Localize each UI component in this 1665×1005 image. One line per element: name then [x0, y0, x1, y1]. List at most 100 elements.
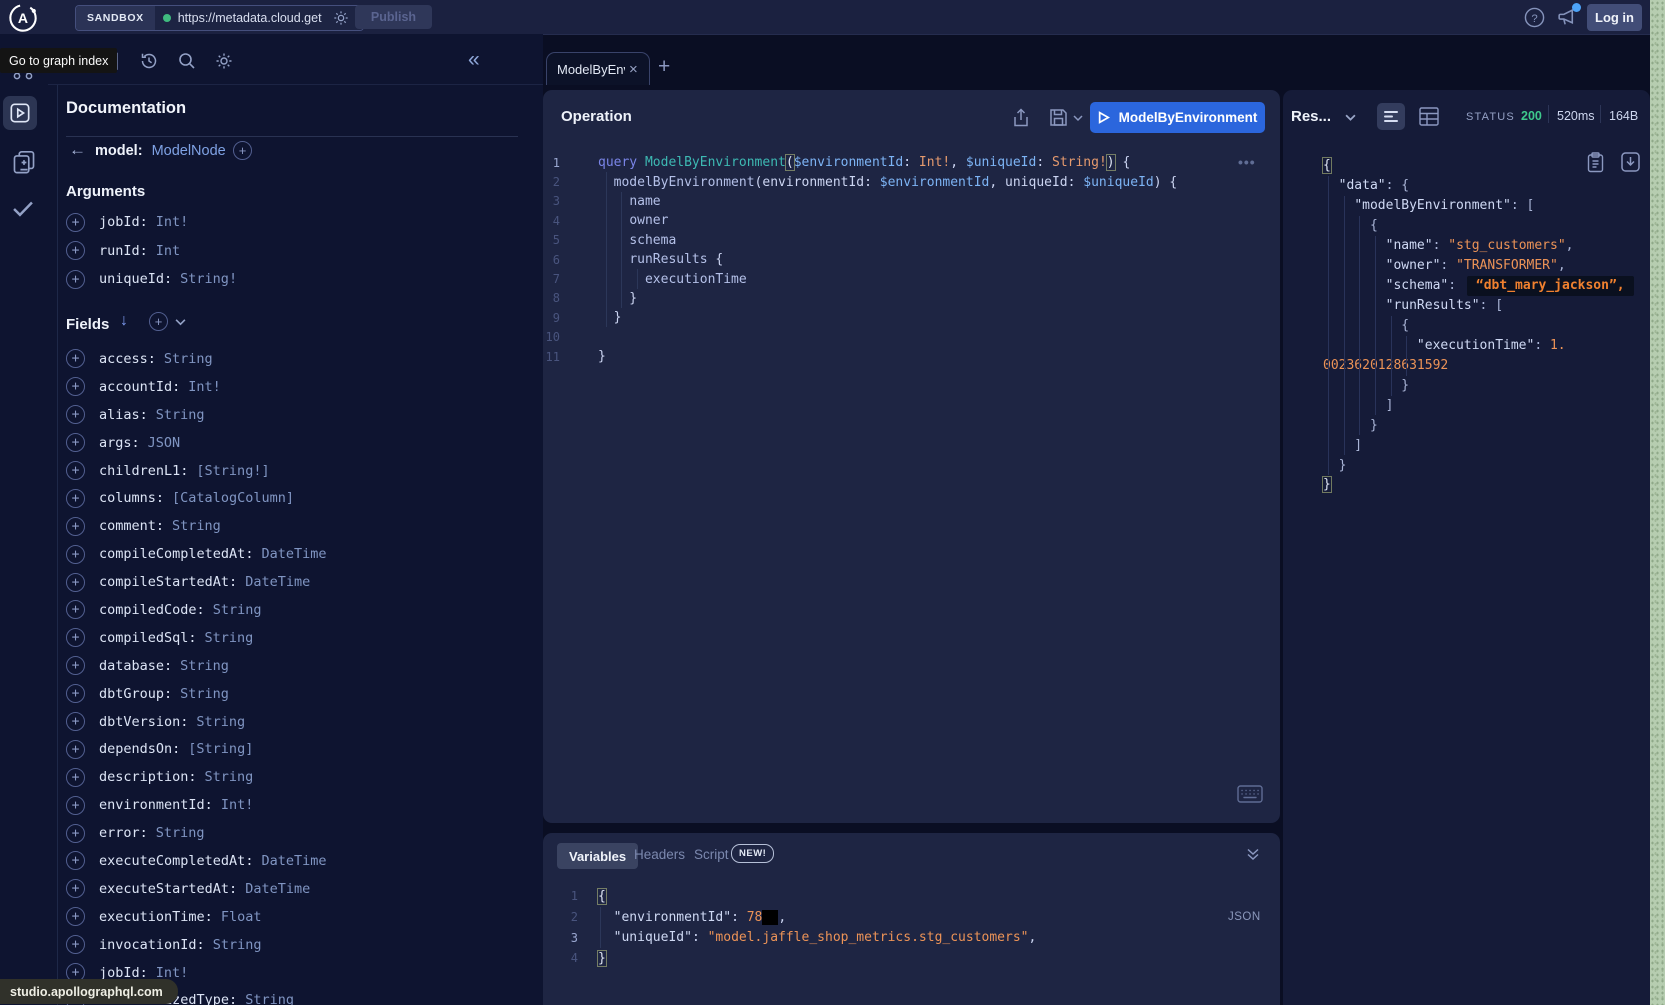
field-type-link[interactable]: String [172, 518, 221, 534]
add-field-button[interactable] [66, 879, 85, 898]
field-type-link[interactable]: [String] [188, 741, 253, 757]
argument-name: jobId [99, 214, 148, 230]
field-type-link[interactable]: Float [221, 909, 262, 925]
save-operation-icon[interactable] [1049, 108, 1068, 127]
sort-fields-icon[interactable]: ↓ [120, 312, 128, 330]
apollo-logo-icon[interactable]: A [8, 3, 38, 33]
tab-variables[interactable]: Variables [557, 843, 638, 869]
field-row: columns [CatalogColumn] [66, 484, 326, 512]
collapse-panel-icon[interactable]: « [468, 48, 480, 72]
field-type-link[interactable]: DateTime [261, 853, 326, 869]
add-field-button[interactable] [66, 851, 85, 870]
field-type-link[interactable]: JSON [148, 435, 181, 451]
field-type-link[interactable]: [String!] [196, 463, 269, 479]
field-type-link[interactable]: String [164, 351, 213, 367]
argument-type-link[interactable]: Int [156, 243, 180, 259]
run-operation-button[interactable]: ModelByEnvironment [1090, 102, 1265, 133]
field-type-link[interactable]: String [205, 630, 254, 646]
history-icon[interactable] [140, 52, 158, 70]
field-type-link[interactable]: String [156, 825, 205, 841]
field-type-link[interactable]: String [213, 937, 262, 953]
help-icon[interactable]: ? [1524, 7, 1545, 28]
field-type-link[interactable]: DateTime [261, 546, 326, 562]
endpoint-url-box[interactable]: https://metadata.cloud.get [155, 6, 363, 30]
add-field-button[interactable] [66, 656, 85, 675]
field-type-link[interactable]: DateTime [245, 574, 310, 590]
code-token: "schema" [1386, 278, 1449, 293]
add-field-button[interactable] [66, 377, 85, 396]
search-icon[interactable] [178, 52, 196, 70]
doc-type-link[interactable]: ModelNode [152, 143, 226, 159]
field-type-link[interactable]: [CatalogColumn] [172, 490, 294, 506]
response-viewer[interactable]: { "data": { "modelByEnvironment": [ { "n… [1323, 156, 1645, 495]
add-argument-button[interactable] [66, 241, 85, 260]
argument-type-link[interactable]: Int! [156, 214, 189, 230]
add-field-button[interactable] [66, 628, 85, 647]
operation-tab[interactable]: ModelByEnvi... × [546, 52, 650, 85]
collapse-variables-icon[interactable] [1246, 847, 1260, 861]
add-field-button[interactable] [66, 349, 85, 368]
tab-headers[interactable]: Headers [634, 847, 685, 862]
add-field-button[interactable] [66, 907, 85, 926]
endpoint-url[interactable]: https://metadata.cloud.get [178, 11, 326, 25]
add-field-button[interactable] [66, 433, 85, 452]
argument-type-link[interactable]: String! [180, 271, 237, 287]
endpoint-settings-gear-icon[interactable] [333, 10, 349, 26]
publish-button[interactable]: Publish [355, 5, 432, 29]
add-field-button[interactable] [66, 489, 85, 508]
add-all-fields-button[interactable] [233, 141, 252, 160]
settings-gear-icon[interactable] [215, 52, 233, 70]
json-view-toggle[interactable] [1377, 103, 1405, 130]
sandbox-chip[interactable]: SANDBOX [76, 6, 155, 30]
add-field-button[interactable] [66, 545, 85, 564]
login-button[interactable]: Log in [1587, 4, 1642, 31]
code-token: "environmentId" [614, 910, 731, 925]
response-options-chevron-icon[interactable] [1345, 114, 1356, 122]
doc-back-icon[interactable]: ← [69, 140, 86, 160]
add-field-button[interactable] [66, 573, 85, 592]
add-argument-button[interactable] [66, 270, 85, 289]
sidebar-item-checks-icon[interactable] [12, 200, 34, 218]
add-field-button[interactable] [66, 824, 85, 843]
field-type-link[interactable]: String [205, 769, 254, 785]
query-editor[interactable]: 1query ModelByEnvironment($environmentId… [543, 153, 1263, 366]
add-field-button[interactable] [66, 405, 85, 424]
field-type-link[interactable]: Int! [221, 797, 254, 813]
tab-script[interactable]: Script [694, 847, 729, 862]
field-type-link[interactable]: String [196, 714, 245, 730]
add-field-button[interactable] [66, 768, 85, 787]
field-row: description String [66, 763, 326, 791]
add-field-button[interactable] [66, 461, 85, 480]
sidebar-item-explorer[interactable] [3, 96, 37, 130]
add-fields-button[interactable] [149, 312, 168, 331]
fields-options-chevron-icon[interactable] [175, 318, 186, 326]
keyboard-shortcuts-icon[interactable] [1237, 785, 1263, 803]
add-field-button[interactable] [66, 712, 85, 731]
field-type-link[interactable]: String [213, 602, 262, 618]
variables-editor[interactable]: 1{2 "environmentId": 78,3 "uniqueId": "m… [543, 886, 1263, 969]
line-number: 9 [543, 311, 560, 325]
desktop-edge-strip [1650, 0, 1665, 1005]
add-field-button[interactable] [66, 684, 85, 703]
add-field-button[interactable] [66, 600, 85, 619]
new-tab-button[interactable]: + [658, 55, 670, 79]
code-token: } [1323, 477, 1331, 492]
sidebar-item-schema-icon[interactable] [12, 150, 36, 175]
save-options-chevron-icon[interactable] [1073, 115, 1083, 122]
add-field-button[interactable] [66, 740, 85, 759]
add-field-button[interactable] [66, 517, 85, 536]
add-field-button[interactable] [66, 935, 85, 954]
share-operation-icon[interactable] [1012, 108, 1030, 128]
field-type-link[interactable]: DateTime [245, 881, 310, 897]
add-argument-button[interactable] [66, 213, 85, 232]
field-type-link[interactable]: String [180, 686, 229, 702]
field-type-link[interactable]: String [245, 992, 294, 1005]
field-type-link[interactable]: String [156, 407, 205, 423]
code-token: ( [786, 155, 794, 170]
table-view-toggle[interactable] [1419, 107, 1439, 126]
code-line: { [1323, 156, 1645, 176]
field-type-link[interactable]: String [180, 658, 229, 674]
close-tab-icon[interactable]: × [629, 61, 638, 78]
field-type-link[interactable]: Int! [188, 379, 221, 395]
add-field-button[interactable] [66, 796, 85, 815]
